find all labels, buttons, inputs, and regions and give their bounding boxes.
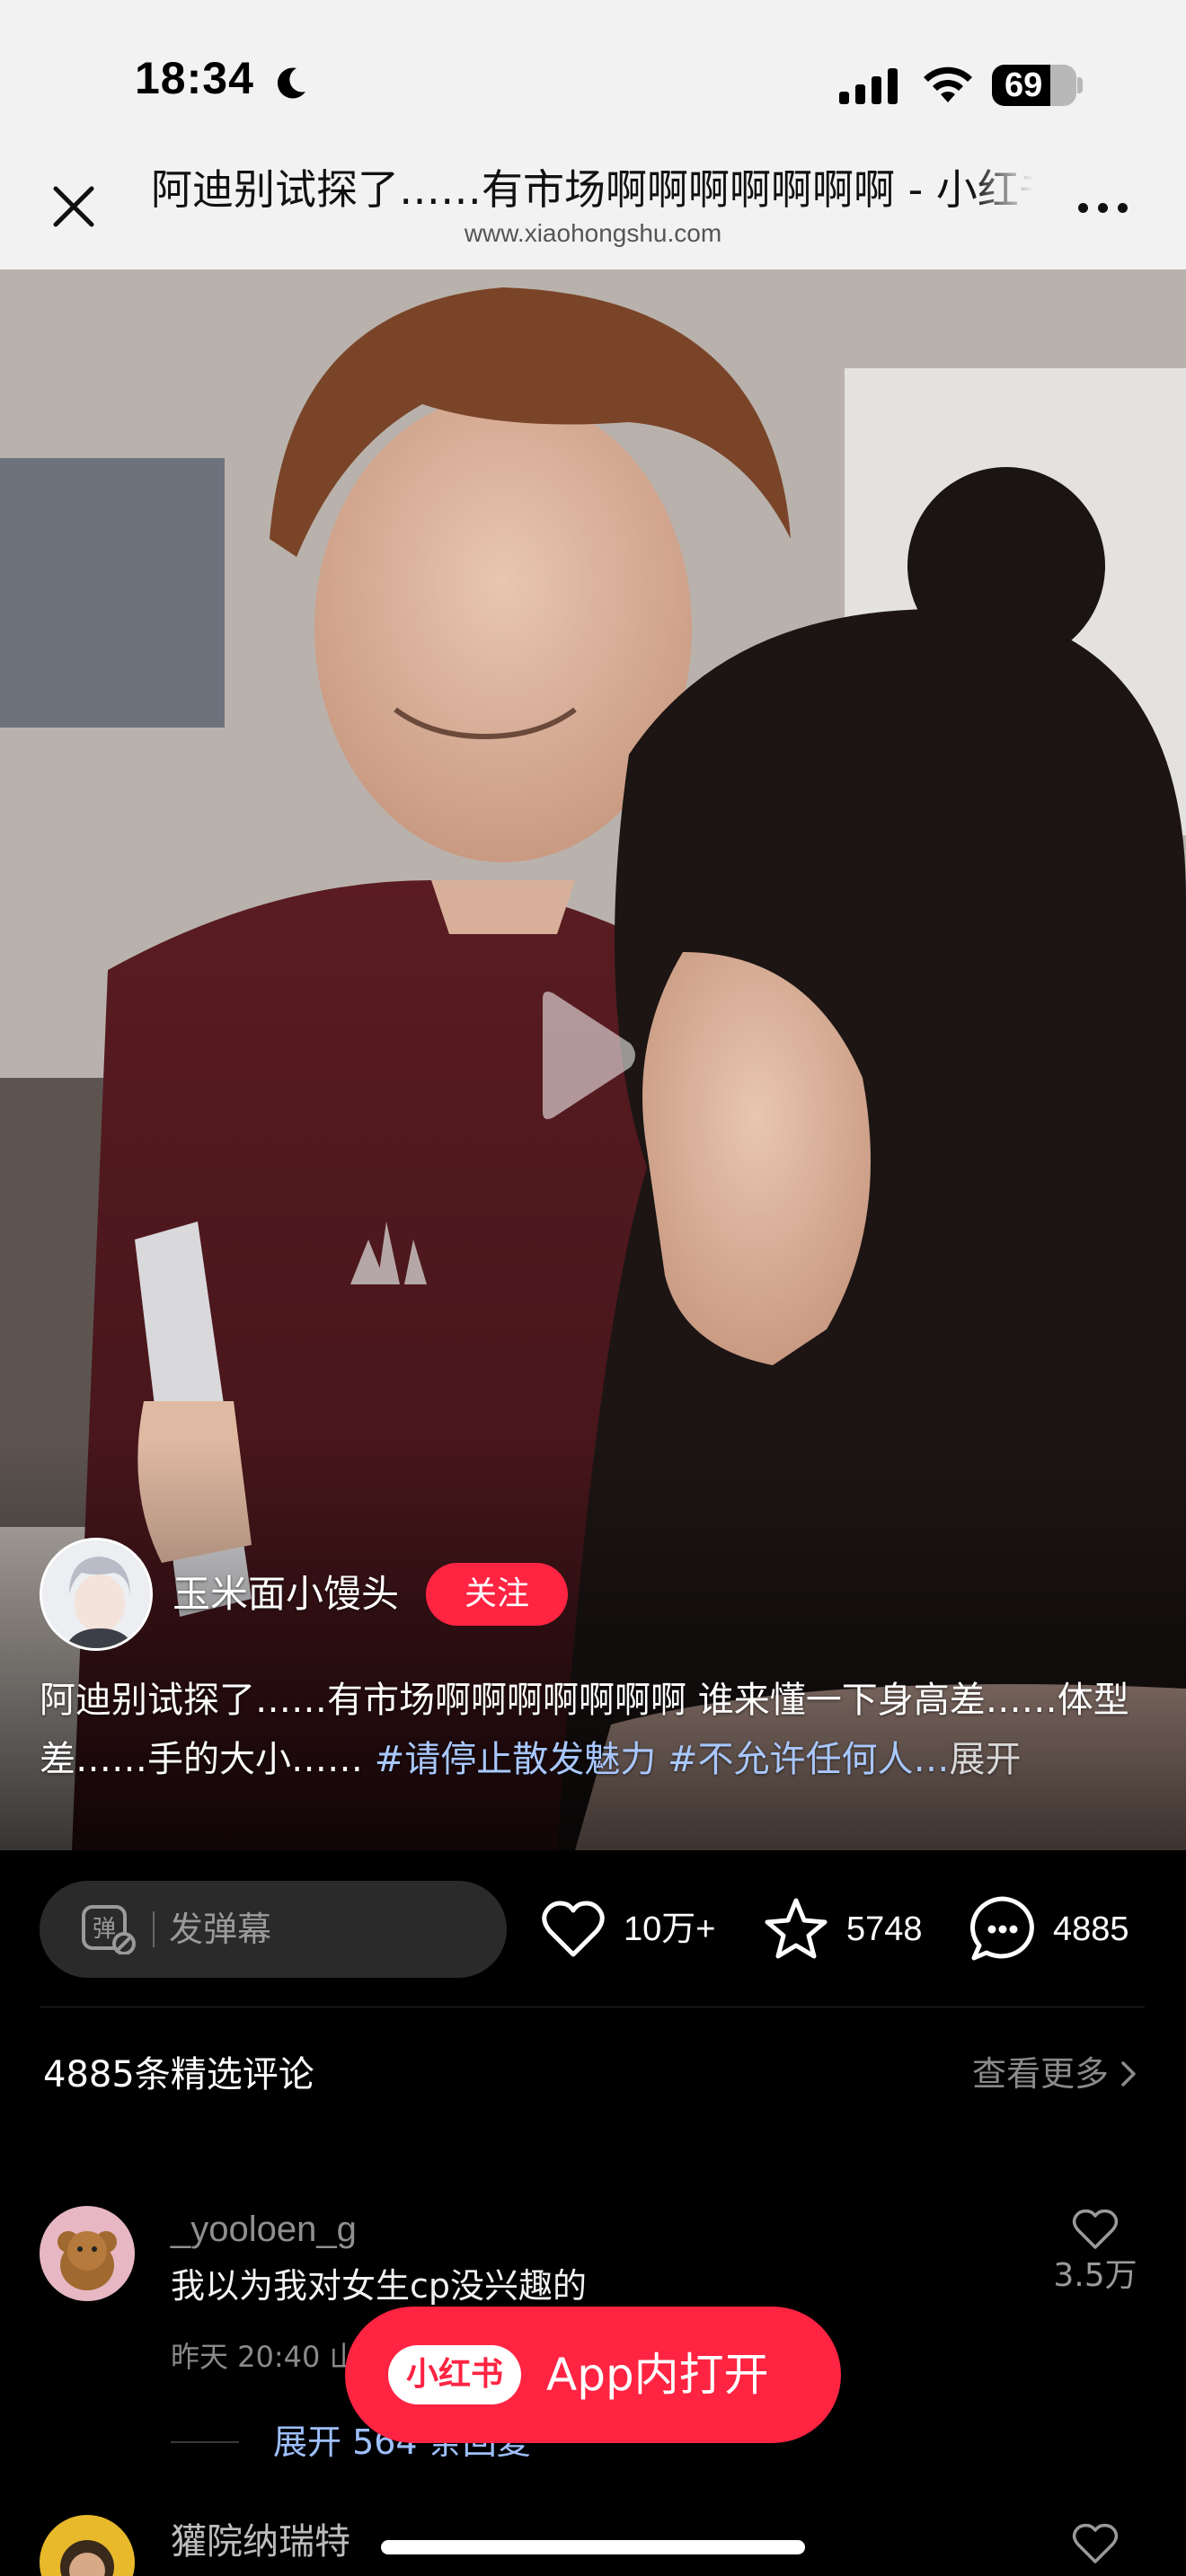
comment-username[interactable]: 獾院纳瑞特 — [171, 2524, 350, 2560]
home-indicator — [381, 2540, 805, 2554]
comment-heart-icon[interactable] — [1071, 2206, 1120, 2251]
comment-avatar[interactable] — [40, 2515, 135, 2576]
post-description: 阿迪别试探了……有市场啊啊啊啊啊啊啊 谁来懂一下身高差……体型差……手的大小……… — [40, 1671, 1154, 1789]
battery-icon: 69 — [992, 65, 1076, 106]
author-avatar[interactable] — [40, 1538, 153, 1651]
like-button[interactable]: 10万+ — [537, 1893, 715, 1965]
follow-button[interactable]: 关注 — [426, 1563, 569, 1626]
collect-button[interactable]: 5748 — [760, 1893, 923, 1965]
replies-line — [171, 2441, 239, 2443]
see-more-label: 查看更多 — [971, 2054, 1109, 2094]
danmu-icon-label: 弹 — [93, 1916, 116, 1943]
status-time: 18:34 — [135, 53, 254, 103]
page-url: www.xiaohongshu.com — [464, 219, 722, 247]
video-player[interactable]: 玉米面小馒头 关注 阿迪别试探了……有市场啊啊啊啊啊啊啊 谁来懂一下身高差……体… — [0, 269, 1186, 1850]
moon-icon — [277, 67, 305, 99]
comment-avatar[interactable] — [40, 2206, 135, 2301]
star-icon — [765, 1898, 828, 1959]
browser-header: 18:34 69 阿迪别试探了……有市场啊啊啊啊啊啊啊 - 小红书 www.xi… — [0, 0, 1186, 269]
battery-level: 69 — [1005, 66, 1043, 104]
hashtag-link[interactable]: #请停止散发魅力 — [375, 1739, 657, 1780]
comment-heart-icon[interactable] — [1071, 2520, 1120, 2565]
collect-count: 5748 — [846, 1910, 923, 1948]
comment-button[interactable]: 4885 — [967, 1893, 1129, 1965]
open-in-app-label: App内打开 — [546, 2349, 769, 2401]
play-icon[interactable] — [530, 988, 638, 1123]
more-options-button[interactable] — [1078, 203, 1128, 213]
cellular-signal-icon — [839, 66, 898, 104]
author-name[interactable]: 玉米面小馒头 — [173, 1575, 399, 1613]
comment-like-count: 3.5万 — [1053, 2257, 1137, 2294]
see-more-comments-link[interactable]: 查看更多 — [972, 2057, 1141, 2091]
danmu-separator — [153, 1911, 155, 1947]
author-row: 玉米面小馒头 关注 — [40, 1538, 569, 1651]
comment-icon — [970, 1896, 1034, 1961]
battery-tip — [1077, 77, 1083, 93]
open-in-app-button[interactable]: 小红书 App内打开 — [345, 2307, 841, 2443]
comment-text: 我以为我对女生cp没兴趣的 — [171, 2266, 588, 2306]
expand-description-button[interactable]: 展开 — [949, 1739, 1021, 1780]
danmu-input[interactable]: 弹 发弹幕 — [40, 1881, 507, 1978]
heart-icon — [542, 1901, 605, 1957]
comments-title: 4885条精选评论 — [43, 2054, 314, 2095]
danmu-icon: 弹 — [82, 1905, 136, 1954]
comment-username[interactable]: _yooloen_g — [171, 2211, 357, 2247]
like-count: 10万+ — [624, 1910, 716, 1948]
danmu-placeholder: 发弹幕 — [169, 1910, 272, 1949]
hashtag-link[interactable]: #不允许任何人… — [668, 1739, 950, 1780]
wifi-icon — [924, 66, 972, 102]
page-title: 阿迪别试探了……有市场啊啊啊啊啊啊啊 - 小红书 — [151, 167, 1033, 213]
xiaohongshu-logo: 小红书 — [388, 2345, 521, 2404]
comment-count: 4885 — [1053, 1910, 1129, 1948]
chevron-right-icon — [1121, 2061, 1136, 2086]
